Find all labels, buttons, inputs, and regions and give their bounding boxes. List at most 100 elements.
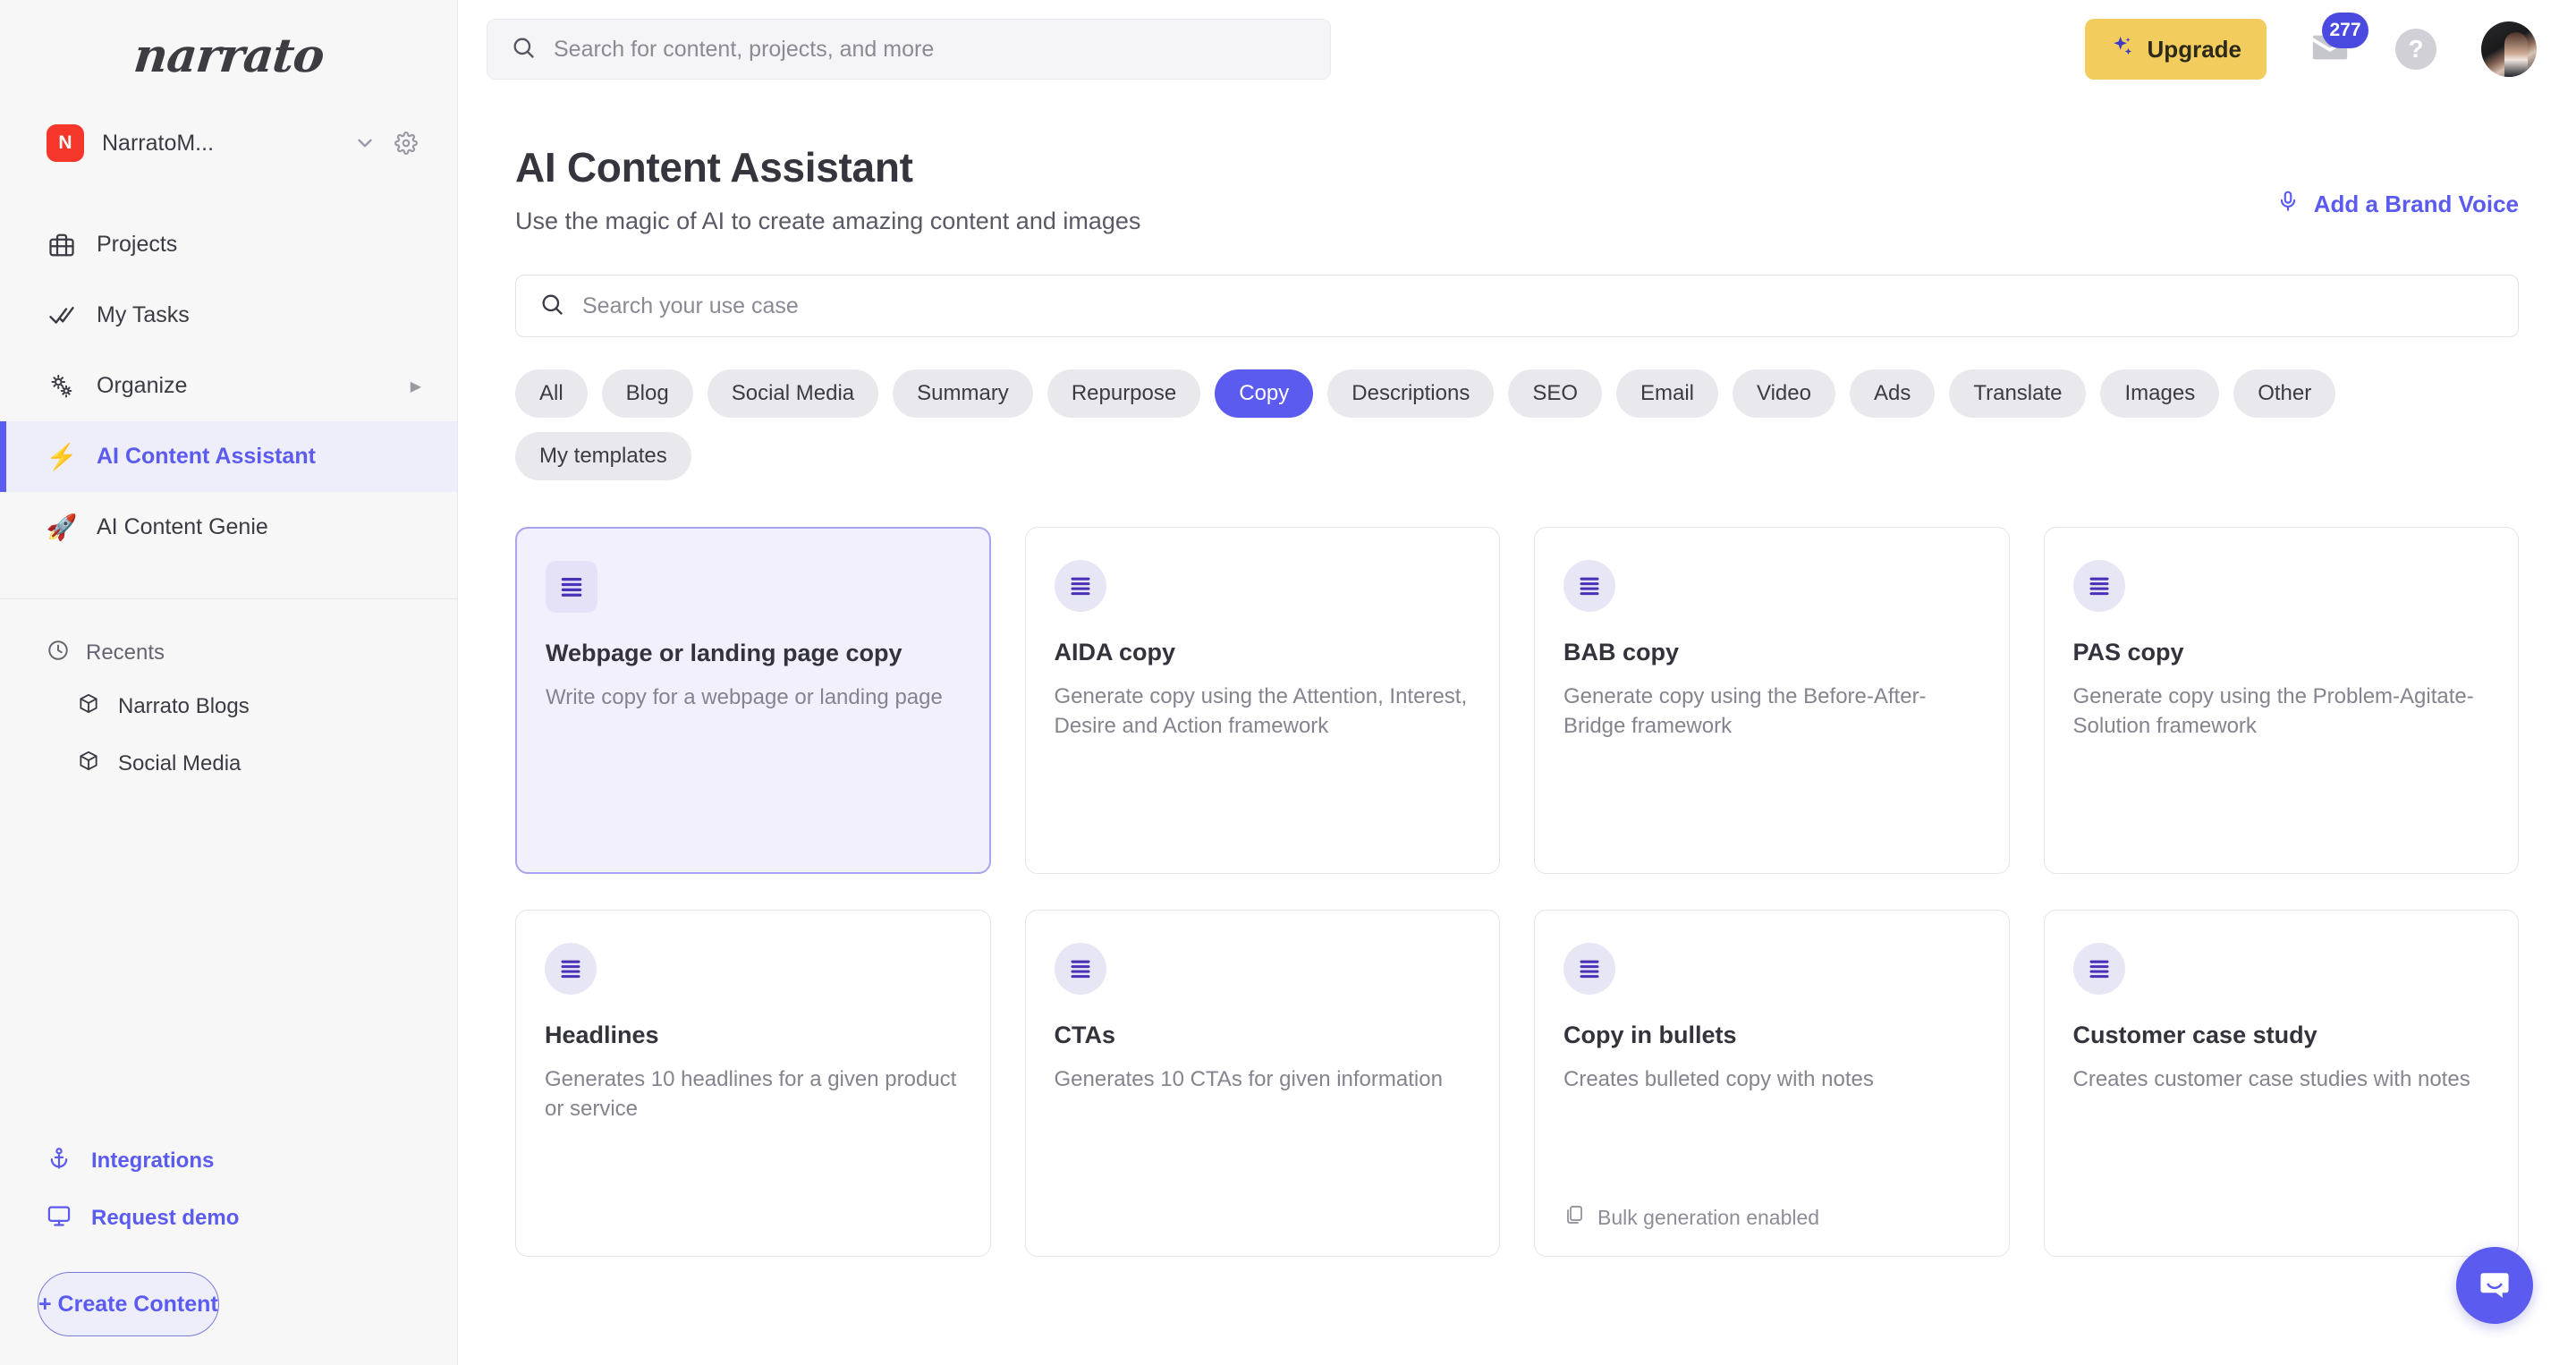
chat-bubble-icon[interactable] — [2456, 1247, 2533, 1324]
card-description: Creates bulleted copy with notes — [1563, 1067, 1874, 1091]
chevron-right-icon[interactable]: ▶ — [411, 377, 421, 395]
page-subtitle: Use the magic of AI to create amazing co… — [515, 208, 1141, 234]
filter-chip-my-templates[interactable]: My templates — [515, 432, 691, 480]
global-search[interactable] — [487, 19, 1331, 80]
filter-chip-repurpose[interactable]: Repurpose — [1046, 369, 1201, 418]
chevron-down-icon[interactable] — [353, 131, 377, 155]
filter-chip-social-media[interactable]: Social Media — [707, 369, 879, 418]
sidebar-divider — [0, 598, 457, 599]
sidebar-item-label: Integrations — [91, 1149, 215, 1173]
filter-chip-ads[interactable]: Ads — [1849, 369, 1936, 418]
usecase-search[interactable] — [515, 275, 2519, 337]
sidebar-item-label: Projects — [97, 232, 178, 257]
mail-badge: 277 — [2322, 12, 2368, 48]
sidebar-item-label: AI Content Genie — [97, 514, 268, 539]
briefcase-icon — [47, 232, 77, 259]
filter-chip-email[interactable]: Email — [1616, 369, 1719, 418]
filter-chip-descriptions[interactable]: Descriptions — [1327, 369, 1495, 418]
sidebar-item-organize[interactable]: Organize ▶ — [0, 351, 457, 421]
app-root: narrato N NarratoM... Projects My Tasks … — [0, 0, 2576, 1365]
sidebar-item-projects[interactable]: Projects — [0, 209, 457, 280]
logo[interactable]: narrato — [0, 0, 457, 111]
recents-section: Recents Narrato Blogs Social Media — [0, 628, 457, 793]
sidebar-item-ai-content-assistant[interactable]: ⚡ AI Content Assistant — [0, 421, 457, 492]
card-description: Generate copy using the Before-After-Bri… — [1563, 684, 1927, 738]
mail-icon — [2309, 35, 2351, 72]
card-description: Generate copy using the Attention, Inter… — [1054, 684, 1468, 738]
sidebar-item-label: My Tasks — [97, 302, 190, 327]
list-lines-icon — [545, 943, 597, 995]
copy-icon — [1563, 1204, 1585, 1231]
search-input[interactable] — [554, 36, 1307, 63]
filter-chip-video[interactable]: Video — [1733, 369, 1835, 418]
filter-chip-other[interactable]: Other — [2233, 369, 2336, 418]
lightning-glyph: ⚡ — [46, 442, 78, 471]
sidebar-item-integrations[interactable]: Integrations — [0, 1132, 457, 1190]
filter-chip-translate[interactable]: Translate — [1949, 369, 2087, 418]
use-case-card-aida-copy[interactable]: AIDA copy Generate copy using the Attent… — [1024, 527, 1500, 874]
filter-chip-copy[interactable]: Copy — [1215, 369, 1314, 418]
filter-chip-seo[interactable]: SEO — [1508, 369, 1602, 418]
help-circle-icon[interactable]: ? — [2395, 29, 2436, 70]
card-title: PAS copy — [2072, 639, 2184, 666]
use-case-card-webpage-copy[interactable]: Webpage or landing page copy Write copy … — [515, 527, 991, 874]
card-description: Creates customer case studies with notes — [2072, 1067, 2470, 1091]
recents-header: Recents — [0, 628, 457, 678]
use-case-card-bab-copy[interactable]: BAB copy Generate copy using the Before-… — [1534, 527, 2010, 874]
workspace-switcher[interactable]: N NarratoM... — [0, 111, 457, 175]
page-title: AI Content Assistant — [515, 144, 913, 191]
card-title: Customer case study — [2072, 1022, 2318, 1048]
use-case-card-copy-in-bullets[interactable]: Copy in bullets Creates bulleted copy wi… — [1534, 910, 2010, 1257]
usecase-search-input[interactable] — [582, 292, 2495, 319]
double-check-icon — [47, 302, 77, 329]
list-lines-icon — [2072, 560, 2125, 612]
list-lines-icon — [1563, 560, 1615, 612]
use-case-cards: Webpage or landing page copy Write copy … — [515, 527, 2519, 1257]
recent-item-social-media[interactable]: Social Media — [0, 735, 457, 793]
add-brand-voice-label: Add a Brand Voice — [2313, 191, 2519, 217]
card-description: Write copy for a webpage or landing page — [546, 685, 943, 709]
recent-item-label: Narrato Blogs — [118, 694, 250, 718]
create-content-button[interactable]: + Create Content — [38, 1272, 219, 1336]
upgrade-button[interactable]: Upgrade — [2084, 19, 2267, 80]
gear-icon[interactable] — [394, 131, 418, 155]
card-title: Headlines — [545, 1022, 659, 1048]
sidebar-nav: Projects My Tasks Organize ▶ ⚡ AI Conten… — [0, 209, 457, 563]
rocket-glyph: 🚀 — [46, 513, 78, 541]
use-case-card-ctas[interactable]: CTAs Generates 10 CTAs for given informa… — [1024, 910, 1500, 1257]
sparkle-icon — [2110, 34, 2135, 65]
filter-chip-all[interactable]: All — [515, 369, 588, 418]
use-case-card-customer-case-study[interactable]: Customer case study Creates customer cas… — [2043, 910, 2519, 1257]
cube-icon — [77, 692, 100, 722]
list-lines-icon — [1054, 943, 1106, 995]
recent-item-narrato-blogs[interactable]: Narrato Blogs — [0, 678, 457, 735]
microphone-icon — [2276, 190, 2300, 219]
list-lines-icon — [1054, 560, 1106, 612]
list-lines-icon — [2072, 943, 2125, 995]
search-icon — [511, 35, 536, 64]
workspace-badge: N — [47, 124, 84, 162]
avatar[interactable] — [2481, 21, 2537, 77]
sidebar-item-label: AI Content Assistant — [97, 444, 316, 469]
recent-item-label: Social Media — [118, 751, 242, 776]
card-description: Generate copy using the Problem-Agitate-… — [2072, 684, 2474, 738]
sidebar-item-ai-content-genie[interactable]: 🚀 AI Content Genie — [0, 492, 457, 563]
card-footer: Bulk generation enabled — [1563, 1204, 1980, 1231]
use-case-card-headlines[interactable]: Headlines Generates 10 headlines for a g… — [515, 910, 991, 1257]
filter-chip-blog[interactable]: Blog — [601, 369, 693, 418]
use-case-card-pas-copy[interactable]: PAS copy Generate copy using the Problem… — [2043, 527, 2519, 874]
card-title: CTAs — [1054, 1022, 1116, 1048]
rocket-emoji-icon: 🚀 — [46, 513, 78, 541]
clock-icon — [47, 639, 70, 668]
sidebar-item-request-demo[interactable]: Request demo — [0, 1190, 457, 1247]
add-brand-voice-button[interactable]: Add a Brand Voice — [2276, 190, 2519, 219]
recents-label: Recents — [86, 640, 165, 665]
sidebar: narrato N NarratoM... Projects My Tasks … — [0, 0, 458, 1365]
sidebar-item-my-tasks[interactable]: My Tasks — [0, 280, 457, 351]
mail-button[interactable]: 277 — [2309, 12, 2368, 72]
main-area: Upgrade 277 ? AI Content Assistant Use t… — [458, 0, 2576, 1365]
filter-chip-summary[interactable]: Summary — [893, 369, 1033, 418]
monitor-icon — [47, 1203, 72, 1234]
lightning-emoji-icon: ⚡ — [46, 442, 78, 471]
filter-chip-images[interactable]: Images — [2100, 369, 2220, 418]
